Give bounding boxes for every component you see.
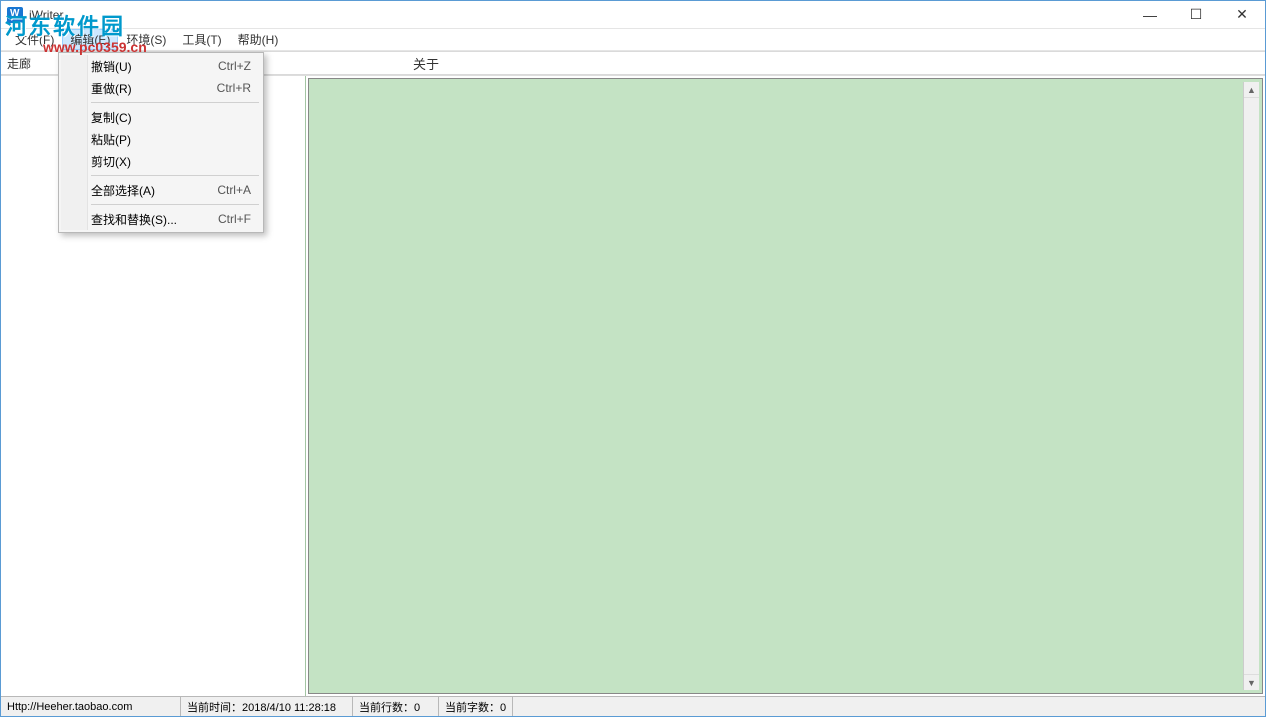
menu-separator bbox=[91, 175, 259, 176]
menu-find-replace[interactable]: 查找和替换(S)... Ctrl+F bbox=[61, 208, 261, 230]
menu-redo-shortcut: Ctrl+R bbox=[217, 81, 251, 95]
minimize-button[interactable]: — bbox=[1127, 1, 1173, 29]
menu-undo[interactable]: 撤销(U) Ctrl+Z bbox=[61, 55, 261, 77]
status-time: 当前时间：2018/4/10 11:28:18 bbox=[181, 697, 353, 716]
menu-separator bbox=[91, 204, 259, 205]
maximize-button[interactable]: ☐ bbox=[1173, 1, 1219, 29]
status-char-count: 当前字数：0 bbox=[439, 697, 513, 716]
scroll-down-icon[interactable]: ▼ bbox=[1244, 674, 1259, 690]
menu-environment[interactable]: 环境(S) bbox=[118, 29, 174, 50]
menu-undo-shortcut: Ctrl+Z bbox=[218, 59, 251, 73]
editor-wrap: ▲ ▼ bbox=[306, 76, 1265, 696]
editor-textarea[interactable]: ▲ ▼ bbox=[308, 78, 1263, 694]
vertical-scrollbar[interactable]: ▲ ▼ bbox=[1243, 82, 1259, 690]
status-bar: Http://Heeher.taobao.com 当前时间：2018/4/10 … bbox=[1, 696, 1265, 716]
menu-copy[interactable]: 复制(C) bbox=[61, 106, 261, 128]
app-title: iWriter bbox=[29, 8, 63, 22]
menu-undo-label: 撤销(U) bbox=[91, 58, 132, 75]
menu-tools[interactable]: 工具(T) bbox=[174, 29, 229, 50]
status-line-count: 当前行数：0 bbox=[353, 697, 439, 716]
menu-find-replace-label: 查找和替换(S)... bbox=[91, 211, 177, 228]
menu-copy-label: 复制(C) bbox=[91, 109, 132, 126]
edit-dropdown: 撤销(U) Ctrl+Z 重做(R) Ctrl+R 复制(C) 粘贴(P) 剪切… bbox=[58, 52, 264, 233]
menu-separator bbox=[91, 102, 259, 103]
menu-redo-label: 重做(R) bbox=[91, 80, 132, 97]
menu-redo[interactable]: 重做(R) Ctrl+R bbox=[61, 77, 261, 99]
menu-select-all-shortcut: Ctrl+A bbox=[217, 183, 251, 197]
close-button[interactable]: ✕ bbox=[1219, 1, 1265, 29]
window-controls: — ☐ ✕ bbox=[1127, 1, 1265, 29]
menu-find-replace-shortcut: Ctrl+F bbox=[218, 212, 251, 226]
menu-select-all[interactable]: 全部选择(A) Ctrl+A bbox=[61, 179, 261, 201]
scroll-up-icon[interactable]: ▲ bbox=[1244, 82, 1259, 98]
menu-cut-label: 剪切(X) bbox=[91, 153, 131, 170]
toolbar-center-label: 关于 bbox=[413, 54, 439, 73]
menu-file[interactable]: 文件(F) bbox=[7, 29, 62, 50]
toolbar-left-hint: 走廊 bbox=[7, 55, 31, 72]
menu-bar: 文件(F) 编辑(E) 环境(S) 工具(T) 帮助(H) bbox=[1, 29, 1265, 51]
status-url: Http://Heeher.taobao.com bbox=[1, 697, 181, 716]
title-bar: iWriter — ☐ ✕ bbox=[1, 1, 1265, 29]
menu-paste[interactable]: 粘贴(P) bbox=[61, 128, 261, 150]
menu-edit[interactable]: 编辑(E) bbox=[62, 29, 118, 50]
menu-select-all-label: 全部选择(A) bbox=[91, 182, 155, 199]
menu-paste-label: 粘贴(P) bbox=[91, 131, 131, 148]
menu-cut[interactable]: 剪切(X) bbox=[61, 150, 261, 172]
menu-help[interactable]: 帮助(H) bbox=[230, 29, 287, 50]
app-icon bbox=[7, 7, 23, 23]
app-window: 河东软件园 www.pc0359.cn iWriter — ☐ ✕ 文件(F) … bbox=[0, 0, 1266, 717]
